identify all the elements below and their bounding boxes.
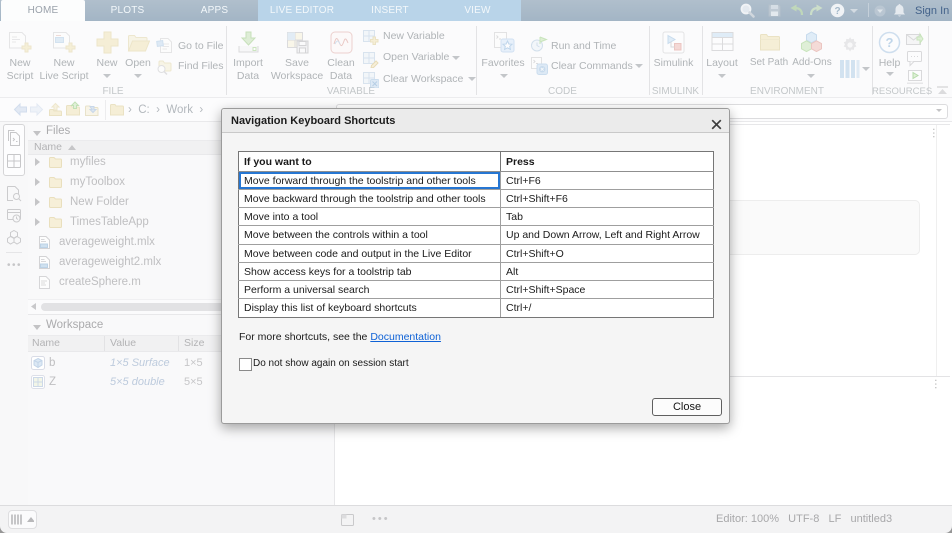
svg-text:?: ?	[834, 6, 840, 17]
svg-text:?: ?	[886, 35, 894, 50]
